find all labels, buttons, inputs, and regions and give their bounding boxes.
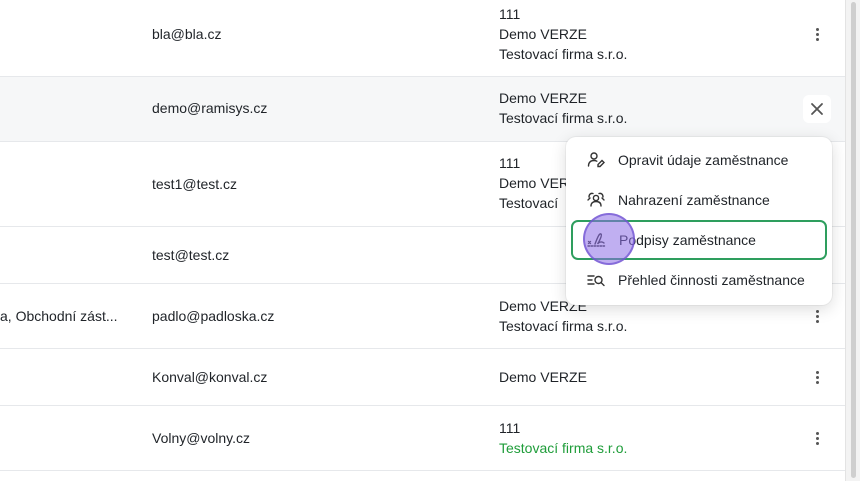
role-cell: a, Obchodní zást... <box>0 308 118 324</box>
menu-item-replace-employee[interactable]: Nahrazení zaměstnance <box>572 181 826 219</box>
company-line: Testovací firma s.r.o. <box>499 46 628 62</box>
menu-item-label: Nahrazení zaměstnance <box>618 192 770 208</box>
company-line: Testovací firma s.r.o. <box>499 318 628 334</box>
company-cell: 111 Demo VER Testovací <box>499 153 569 213</box>
row-actions-menu: Opravit údaje zaměstnance Nahrazení zamě… <box>566 137 832 305</box>
close-icon <box>811 103 823 115</box>
kebab-icon <box>815 431 819 446</box>
users-swap-icon <box>585 189 607 211</box>
company-cell: 111 Testovací firma s.r.o. <box>499 418 627 458</box>
signature-icon <box>586 229 608 251</box>
email-cell: Konval@konval.cz <box>152 369 268 385</box>
email-cell: test1@test.cz <box>152 176 238 192</box>
kebab-icon <box>815 27 819 42</box>
table-row: Volny@volny.cz 111 Testovací firma s.r.o… <box>0 406 845 471</box>
company-line: 111 <box>499 6 521 22</box>
company-cell: 111 Demo VERZE Testovací firma s.r.o. <box>499 4 627 64</box>
email-cell: padlo@padloska.cz <box>152 308 275 324</box>
email-cell: test@test.cz <box>152 247 230 263</box>
list-search-icon <box>585 269 607 291</box>
row-actions-button[interactable] <box>806 427 828 449</box>
table-row: bla@bla.cz 111 Demo VERZE Testovací firm… <box>0 0 845 77</box>
vertical-scrollbar[interactable] <box>845 0 860 481</box>
kebab-icon <box>815 370 819 385</box>
table-row: Konval@konval.cz Demo VERZE <box>0 349 845 406</box>
menu-item-label: Přehled činnosti zaměstnance <box>618 272 805 288</box>
company-line: Demo VERZE <box>499 26 587 42</box>
row-actions-button[interactable] <box>806 305 828 327</box>
company-line: Testovací firma s.r.o. <box>499 440 628 456</box>
company-cell: Demo VERZE Testovací firma s.r.o. <box>499 88 627 128</box>
menu-item-employee-signatures[interactable]: Podpisy zaměstnance <box>571 220 827 260</box>
company-line: Testovací firma s.r.o. <box>499 110 628 126</box>
company-line: Demo VERZE <box>499 369 587 385</box>
user-edit-icon <box>585 149 607 171</box>
menu-item-label: Podpisy zaměstnance <box>619 232 756 248</box>
kebab-icon <box>815 309 819 324</box>
row-actions-button[interactable] <box>806 23 828 45</box>
close-menu-button[interactable] <box>803 95 831 123</box>
company-line: Demo VER <box>499 175 570 191</box>
email-cell: bla@bla.cz <box>152 26 222 42</box>
company-line: 111 <box>499 155 521 171</box>
scrollbar-thumb[interactable] <box>851 2 856 478</box>
email-cell: Volny@volny.cz <box>152 430 250 446</box>
menu-item-label: Opravit údaje zaměstnance <box>618 152 789 168</box>
menu-item-employee-activity[interactable]: Přehled činnosti zaměstnance <box>572 261 826 299</box>
email-cell: demo@ramisys.cz <box>152 100 268 116</box>
company-cell: Demo VERZE <box>499 367 587 387</box>
menu-item-edit-employee[interactable]: Opravit údaje zaměstnance <box>572 141 826 179</box>
table-row: demo@ramisys.cz Demo VERZE Testovací fir… <box>0 77 845 142</box>
row-actions-button[interactable] <box>806 366 828 388</box>
company-line: Testovací <box>499 195 559 211</box>
company-line: Demo VERZE <box>499 90 587 106</box>
company-line: 111 <box>499 420 521 436</box>
